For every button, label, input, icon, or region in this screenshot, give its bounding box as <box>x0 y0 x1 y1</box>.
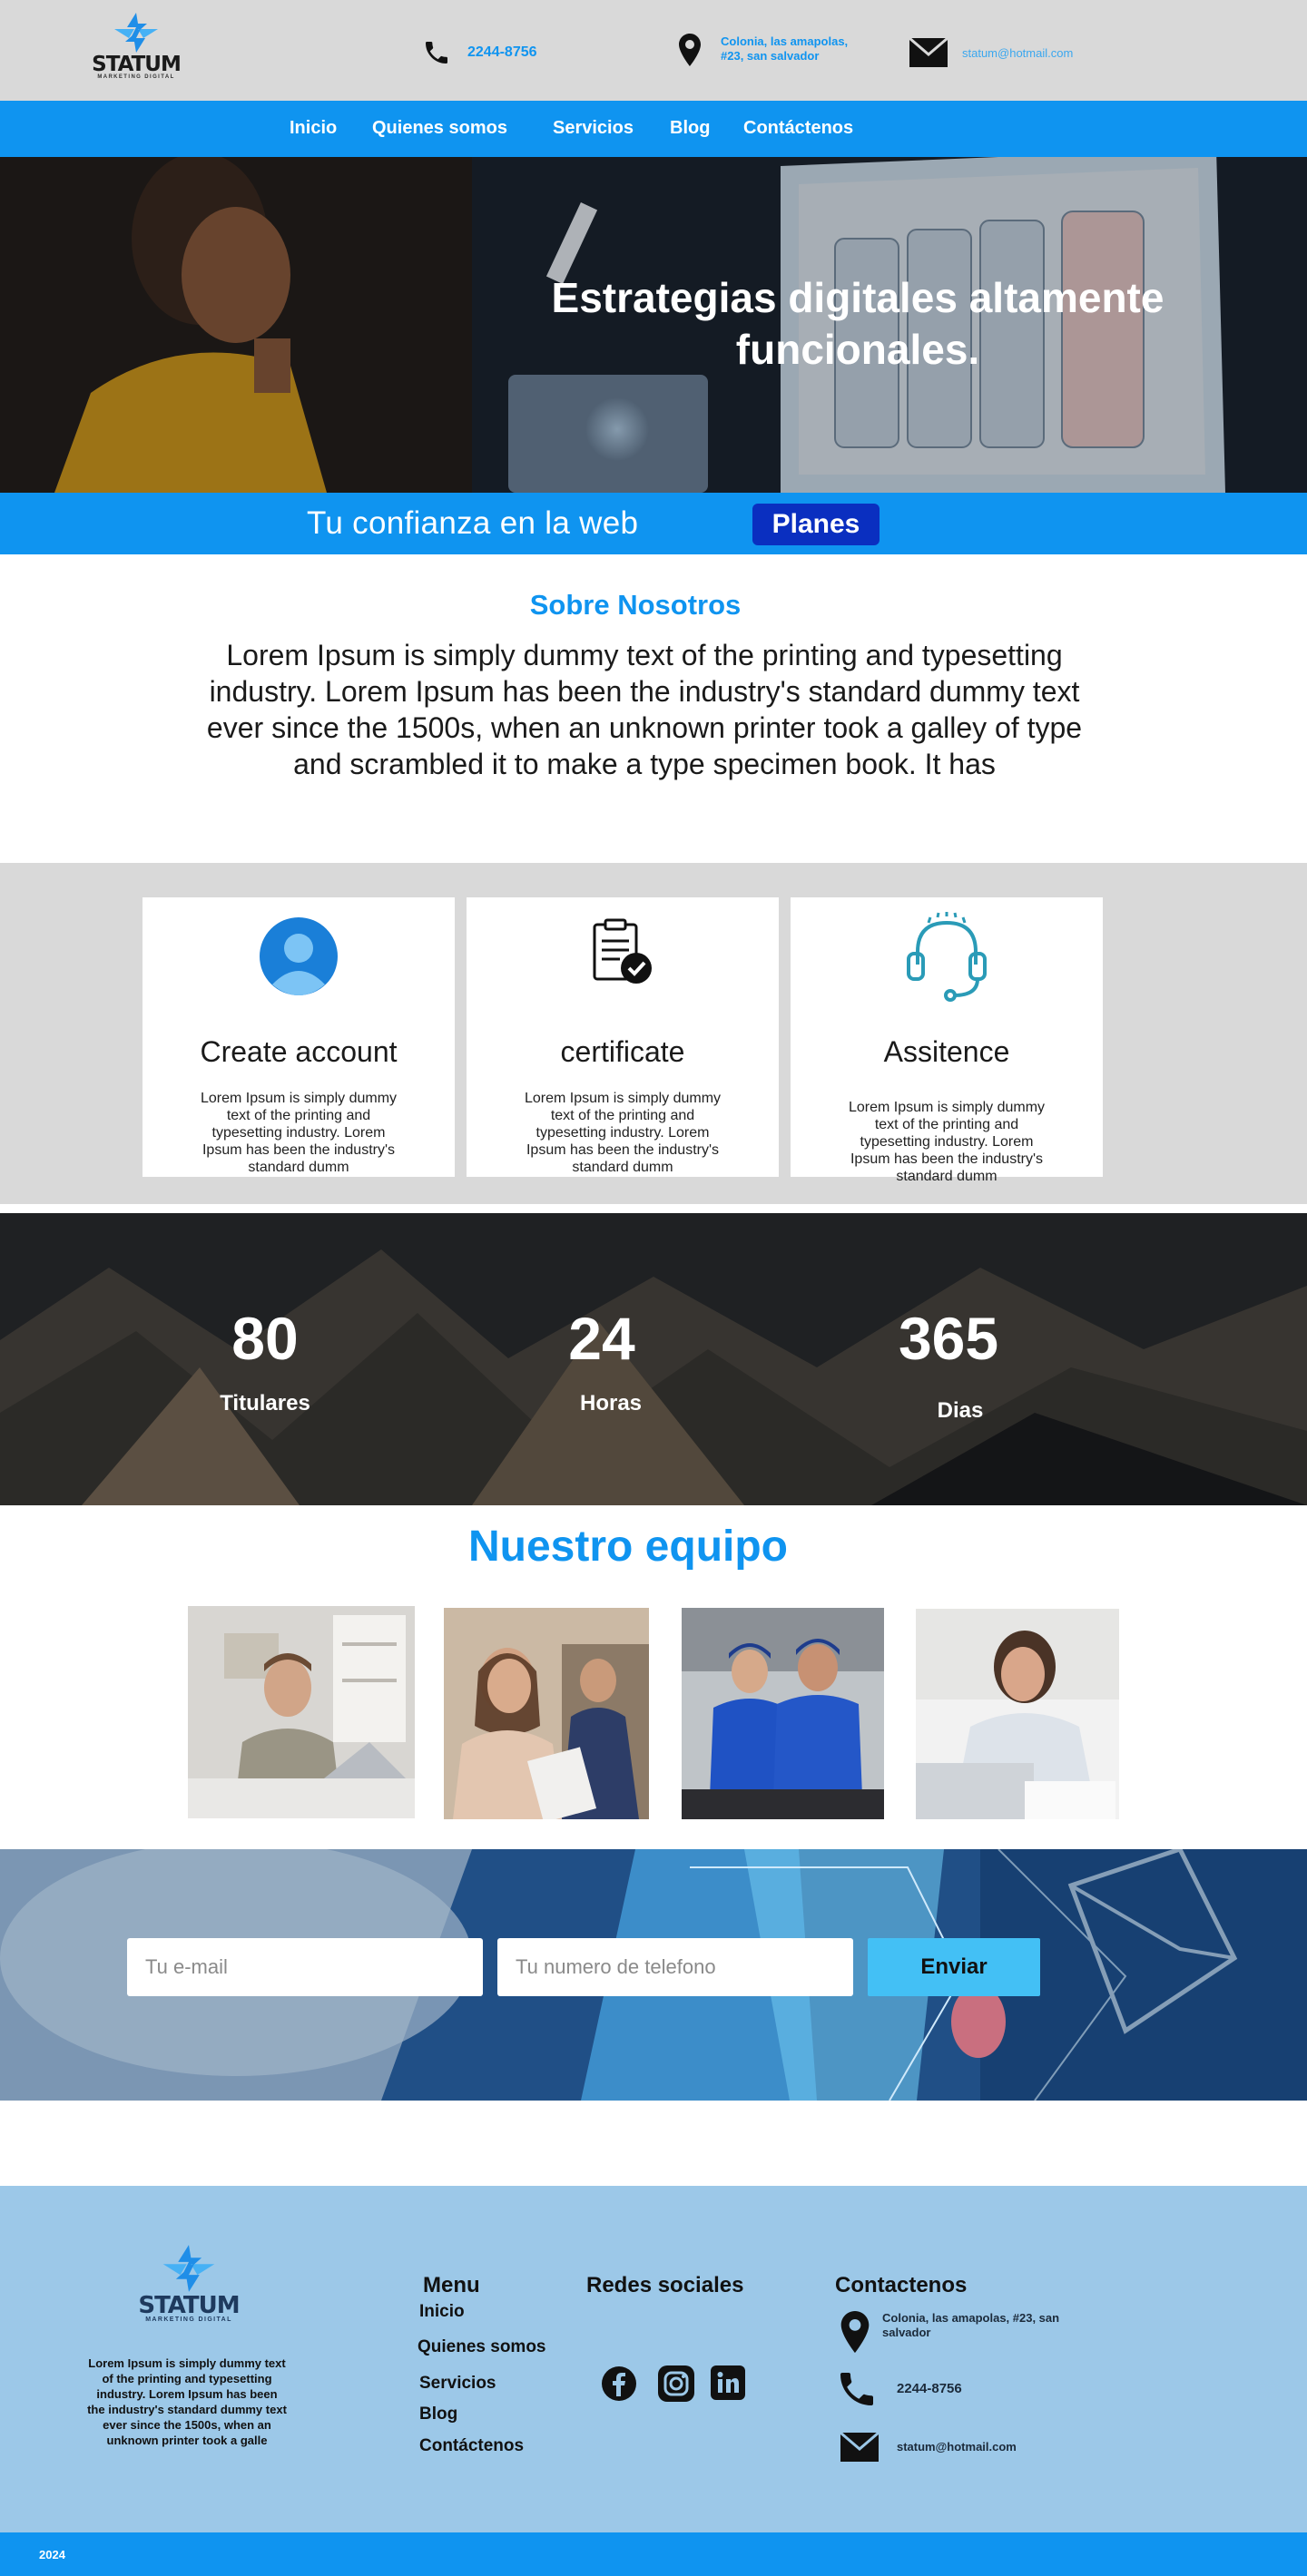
header-logo[interactable]: STATUM MARKETING DIGITAL <box>91 11 182 80</box>
footer-link-quienes-somos[interactable]: Quienes somos <box>418 2337 546 2357</box>
header-email[interactable]: statum@hotmail.com <box>909 38 1073 67</box>
footer-link-contactenos[interactable]: Contáctenos <box>419 2436 524 2456</box>
certificate-icon <box>593 918 652 984</box>
phone-icon <box>426 42 447 64</box>
plans-button[interactable]: Planes <box>752 504 880 545</box>
footer-brand-name: STATUM <box>138 2292 240 2319</box>
nav-item-servicios[interactable]: Servicios <box>553 118 634 139</box>
about-title: Sobre Nosotros <box>529 589 742 621</box>
band-tagline: Tu confianza en la web <box>307 505 639 541</box>
brand-tagline: MARKETING DIGITAL <box>97 74 175 80</box>
feature-card-text: Lorem Ipsum is simply dummy text of the … <box>524 1091 722 1175</box>
feature-card-create-account[interactable]: Create account Lorem Ipsum is simply dum… <box>142 897 455 1177</box>
footer-logo[interactable]: STATUM MARKETING DIGITAL <box>136 2242 241 2323</box>
stat-label: Titulares <box>220 1391 310 1415</box>
stat-value: 365 <box>898 1305 999 1372</box>
statum-logo-icon <box>162 2245 215 2292</box>
header-address: Colonia, las amapolas, #23, san salvador <box>679 33 857 67</box>
footer-brand-tagline: MARKETING DIGITAL <box>145 2316 232 2323</box>
hero-banner: Estrategias digitales altamente funciona… <box>0 157 1307 493</box>
footer-social-title: Redes sociales <box>586 2273 744 2297</box>
footer: STATUM MARKETING DIGITAL Lorem Ipsum is … <box>0 2186 1307 2532</box>
linkedin-icon[interactable] <box>711 2365 745 2400</box>
stat-value: 80 <box>231 1305 299 1372</box>
header-phone[interactable]: 2244-8756 <box>422 38 537 67</box>
footer-address: Colonia, las amapolas, #23, san salvador <box>840 2311 1064 2353</box>
team-member-image <box>682 1608 884 1819</box>
footer-link-blog[interactable]: Blog <box>419 2405 457 2424</box>
feature-card-assitence[interactable]: Assitence Lorem Ipsum is simply dummy te… <box>791 897 1103 1184</box>
email-input[interactable] <box>127 1938 483 1996</box>
headset-icon <box>907 912 987 1002</box>
header-phone-text: 2244-8756 <box>467 44 537 60</box>
stat-label: Dias <box>937 1398 984 1423</box>
feature-card-text: Lorem Ipsum is simply dummy text of the … <box>848 1100 1046 1184</box>
nav-item-inicio[interactable]: Inicio <box>290 118 337 139</box>
footer-phone[interactable]: 2244-8756 <box>835 2367 962 2411</box>
hero-title: Estrategias digitales altamente funciona… <box>551 274 1165 373</box>
cta-band: Tu confianza en la web Planes <box>0 493 1307 554</box>
facebook-icon[interactable] <box>601 2365 637 2402</box>
footer-link-inicio[interactable]: Inicio <box>419 2302 465 2322</box>
mail-icon <box>840 2433 879 2462</box>
subscribe-section: Enviar <box>0 1849 1307 2101</box>
phone-input[interactable] <box>497 1938 853 1996</box>
mail-icon <box>909 38 948 67</box>
location-pin-icon <box>679 34 701 66</box>
footer-about-text: Lorem Ipsum is simply dummy text of the … <box>87 2356 287 2447</box>
top-header: STATUM MARKETING DIGITAL 2244-8756 Colon… <box>0 0 1307 101</box>
feature-card-text: Lorem Ipsum is simply dummy text of the … <box>200 1091 398 1175</box>
feature-card-title: Create account <box>200 1035 398 1068</box>
main-nav: Inicio Quienes somos Servicios Blog Cont… <box>0 101 1307 157</box>
team-member-image <box>916 1609 1119 1819</box>
brand-name: STATUM <box>92 53 182 76</box>
footer-contact-title: Contactenos <box>835 2273 968 2297</box>
team-title: Nuestro equipo <box>467 1523 788 1571</box>
team-member-image <box>444 1608 649 1819</box>
statum-logo-icon <box>114 13 158 53</box>
team-photo <box>444 1608 649 1819</box>
footer-email[interactable]: statum@hotmail.com <box>840 2433 1017 2462</box>
header-email-text: statum@hotmail.com <box>962 45 1074 60</box>
instagram-icon[interactable] <box>658 2365 694 2402</box>
about-text: Lorem Ipsum is simply dummy text of the … <box>206 639 1083 780</box>
feature-card-title: certificate <box>560 1035 685 1068</box>
team-member-image <box>188 1606 415 1818</box>
team-photo <box>682 1608 884 1819</box>
send-button[interactable]: Enviar <box>868 1938 1040 1996</box>
copyright-bar: 2024 <box>0 2532 1307 2576</box>
footer-link-servicios[interactable]: Servicios <box>419 2374 496 2394</box>
copyright-text: 2024 <box>39 2548 65 2561</box>
location-pin-icon <box>840 2311 870 2353</box>
footer-phone-text: 2244-8756 <box>897 2381 962 2396</box>
footer-menu-title: Menu <box>423 2273 480 2297</box>
footer-address-text: Colonia, las amapolas, #23, san salvador <box>882 2311 1060 2339</box>
team-photo <box>916 1609 1119 1819</box>
phone-icon <box>840 2373 873 2405</box>
stat-value: 24 <box>568 1305 635 1372</box>
stat-label: Horas <box>579 1391 643 1415</box>
feature-card-certificate[interactable]: certificate Lorem Ipsum is simply dummy … <box>467 897 779 1177</box>
nav-item-quienes-somos[interactable]: Quienes somos <box>372 118 507 139</box>
nav-item-blog[interactable]: Blog <box>670 118 710 139</box>
team-photo <box>188 1606 415 1818</box>
footer-email-text: statum@hotmail.com <box>897 2440 1017 2454</box>
feature-card-title: Assitence <box>883 1035 1010 1068</box>
stats-section: 80 Titulares 24 Horas 365 Dias <box>0 1213 1307 1505</box>
user-avatar-icon <box>260 917 338 995</box>
nav-item-contactenos[interactable]: Contáctenos <box>743 118 853 139</box>
features-section: Create account Lorem Ipsum is simply dum… <box>0 863 1307 1204</box>
header-address-text: Colonia, las amapolas, #23, san salvador <box>721 34 849 63</box>
